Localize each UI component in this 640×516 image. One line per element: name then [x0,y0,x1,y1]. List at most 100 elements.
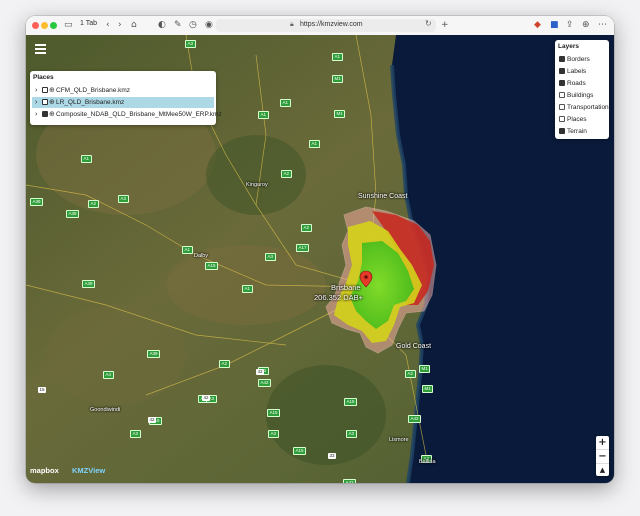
road-shield: A1 [81,155,92,163]
minimize-window-button[interactable] [41,22,48,29]
road-shield: A2 [219,360,230,368]
road-shield: A15 [293,447,307,455]
menu-button[interactable] [35,44,46,54]
road-shield: A1 [332,53,343,61]
layer-label[interactable]: Transportation [567,102,609,113]
forward-icon[interactable]: › [118,19,122,32]
road-shield: A2 [281,170,292,178]
layer-label[interactable]: Places [567,114,587,125]
marker-pin-dot [364,275,368,279]
expand-chevron-icon[interactable]: › [35,85,37,96]
road-shield: A15 [344,398,358,406]
address-bar[interactable]: 🔒︎ https://kmzview.com ↻ [216,19,436,32]
layer-label[interactable]: Labels [567,66,586,77]
new-tab-icon[interactable]: + [441,19,449,32]
place-label-ballina: Ballina [419,459,436,465]
place-checkbox[interactable] [42,87,48,93]
map-canvas[interactable]: A3 A1 A1 A1 A1 A2 A2 A3 A17 A15 A39 A39 A39 M1 M1 A3 A2 A… [26,34,614,483]
road-shield: A2 [405,370,416,378]
place-row-composite[interactable]: › ⊕ Composite_NDAB_QLD_Brisbane_MtMee50W… [32,109,222,120]
download-icon[interactable]: ⊕ [582,19,590,32]
menu-bar [35,48,46,50]
translate-extension-icon[interactable]: ■ [550,19,559,32]
compass-button[interactable]: ▲ [596,464,609,477]
sidebar-icon[interactable]: ▭ [64,19,73,32]
clock-icon[interactable]: ◷ [189,19,197,32]
globe-icon: ⊕ [49,86,55,94]
road-shield: A1 [309,140,320,148]
road-shield: M1 [332,75,344,83]
layer-checkbox[interactable] [559,92,565,98]
zoom-control: + − ▲ [596,436,609,476]
browser-window: ▭ 1 Tab ‹ › ⌂ ◐ ✎ ◷ ◉ 🔒︎ https://kmzview… [26,16,614,483]
share-icon[interactable]: ⇪ [566,19,574,32]
place-label-brisbane: Brisbane [331,283,361,292]
tool-icon[interactable]: ✎ [174,19,182,32]
extension-icon[interactable]: ◉ [205,19,213,32]
place-label[interactable]: Composite_NDAB_QLD_Brisbane_MtMee50W_ERP… [56,109,222,120]
route-number-shield: 15 [38,387,47,393]
home-icon[interactable]: ⌂ [131,19,137,32]
kmzview-logo[interactable]: KMZView [72,466,105,475]
url-text[interactable]: https://kmzview.com [300,21,363,28]
layers-panel: Layers Borders Labels Roads Buildings Tr… [555,40,609,139]
expand-chevron-icon[interactable]: › [35,109,37,120]
layer-label[interactable]: Terrain [567,126,587,137]
terrain-patch [266,365,386,465]
place-label-dalby: Dalby [194,253,209,259]
road-shield: A3 [265,253,276,261]
close-window-button[interactable] [32,22,39,29]
place-label-kingaroy: Kingaroy [246,182,268,188]
layer-checkbox[interactable] [559,80,565,86]
place-label[interactable]: LR_QLD_Brisbane.kmz [56,97,124,108]
zoom-in-button[interactable]: + [596,436,609,450]
zoom-out-button[interactable]: − [596,450,609,464]
zoom-window-button[interactable] [50,22,57,29]
place-label-goondiwindi: Goondiwindi [90,407,121,413]
layer-checkbox[interactable] [559,116,565,122]
road-shield: A2 [88,200,99,208]
place-row-cfm[interactable]: › ⊕ CFM_QLD_Brisbane.kmz [32,85,214,96]
layer-checkbox[interactable] [559,68,565,74]
road-shield: A1 [182,246,193,254]
road-shield: A42 [258,379,272,387]
road-shield: A39 [30,198,44,206]
menu-bar [35,52,46,54]
road-shield: A42 [343,479,357,483]
road-shield: A4 [103,371,114,379]
bookmark-extension-icon[interactable]: ◆ [534,19,541,32]
layer-label[interactable]: Borders [567,54,590,65]
places-panel: Places › ⊕ CFM_QLD_Brisbane.kmz › ⊕ LR_Q… [30,71,222,125]
place-checkbox[interactable] [42,99,48,105]
place-label-sunshine-coast: Sunshine Coast [358,193,408,200]
route-number-shield: 42 [148,417,157,423]
more-icon[interactable]: ⋯ [598,19,607,32]
layer-label[interactable]: Roads [567,78,586,89]
layer-checkbox[interactable] [559,56,565,62]
road-shield: A1 [258,111,269,119]
road-shield: A1 [280,99,291,107]
places-title: Places [33,74,54,81]
road-shield: A15 [267,409,281,417]
place-row-lr[interactable]: › ⊕ LR_QLD_Brisbane.kmz [32,97,214,108]
road-shield: A3 [130,430,141,438]
expand-chevron-icon[interactable]: › [35,97,37,108]
globe-icon: ⊕ [49,98,55,106]
mapbox-logo[interactable]: mapbox [30,466,59,475]
place-label[interactable]: CFM_QLD_Brisbane.kmz [56,85,130,96]
layer-checkbox[interactable] [559,104,565,110]
globe-icon: ⊕ [49,110,55,118]
route-number-shield: 33 [328,453,337,459]
layer-label[interactable]: Buildings [567,90,593,101]
shield-icon[interactable]: ◐ [158,19,166,32]
route-number-shield: 42 [202,395,211,401]
road-shield: A1 [242,285,253,293]
road-shield: A3 [118,195,129,203]
tab-count[interactable]: 1 Tab [80,20,97,27]
layer-checkbox[interactable] [559,128,565,134]
reload-icon[interactable]: ↻ [425,19,432,28]
place-checkbox[interactable] [42,111,48,117]
road-shield: M1 [419,365,431,373]
back-icon[interactable]: ‹ [106,19,110,32]
layers-title: Layers [558,43,579,50]
